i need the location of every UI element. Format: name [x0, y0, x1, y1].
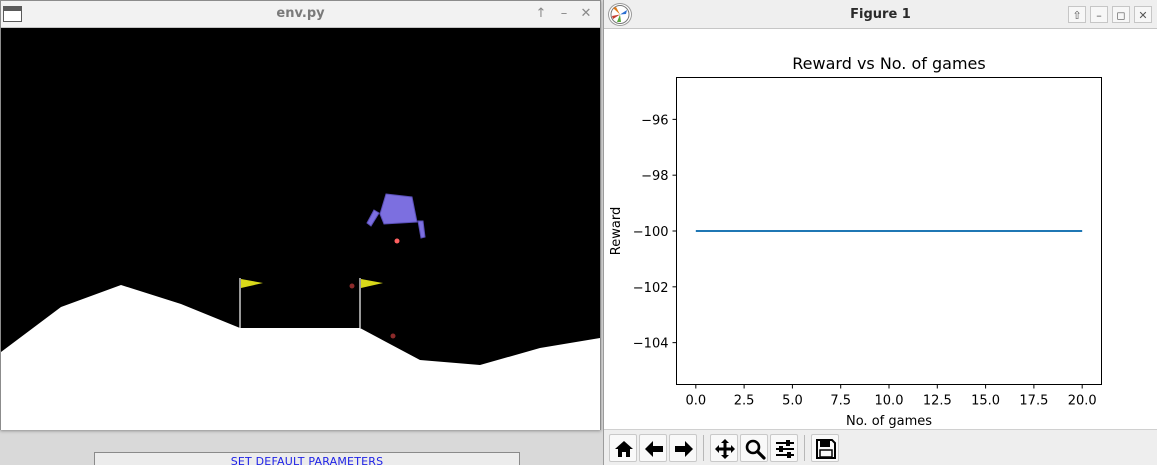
reward-chart: Reward vs No. of games No. of games Rewa… [609, 54, 1102, 429]
particle [349, 283, 355, 289]
y-axis-label: Reward [609, 207, 624, 255]
figure-maximize-button[interactable]: ◻ [1112, 6, 1130, 23]
x-tick-label: 7.5 [830, 394, 851, 409]
home-icon [615, 441, 633, 457]
forward-button[interactable] [669, 434, 697, 462]
toolbar-separator [703, 435, 704, 461]
x-tick-label: 10.0 [875, 394, 904, 409]
close-button[interactable]: ✕ [576, 4, 596, 24]
env-window: env.py ↑ – ✕ [0, 0, 601, 430]
matplotlib-toolbar [604, 429, 1157, 465]
desktop: SET DEFAULT PARAMETERS env.py ↑ – ✕ Figu… [0, 0, 1157, 465]
pan-button[interactable] [710, 434, 738, 462]
save-icon [816, 439, 836, 459]
figure-close-button[interactable]: ✕ [1134, 6, 1152, 23]
env-window-titlebar[interactable]: env.py ↑ – ✕ [1, 1, 600, 28]
pan-icon [715, 439, 735, 459]
y-tick-label: −100 [633, 225, 669, 240]
set-default-parameters-button[interactable]: SET DEFAULT PARAMETERS [94, 452, 520, 465]
figure-window-titlebar[interactable]: Figure 1 ⇧ – ◻ ✕ [604, 0, 1157, 29]
figure-raise-button[interactable]: ⇧ [1068, 6, 1086, 23]
x-tick-label: 12.5 [923, 394, 952, 409]
plot-canvas[interactable]: Reward vs No. of games No. of games Rewa… [604, 29, 1157, 429]
x-tick-label: 2.5 [734, 394, 755, 409]
engine-particle [394, 238, 400, 244]
zoom-icon [745, 439, 766, 460]
y-tick-label: −102 [633, 281, 669, 296]
configure-subplots-icon [776, 440, 794, 458]
x-tick-label: 15.0 [971, 394, 1000, 409]
zoom-button[interactable] [740, 434, 768, 462]
x-tick-label: 0.0 [685, 394, 706, 409]
x-axis-label: No. of games [846, 414, 932, 429]
y-tick-label: −96 [641, 113, 668, 128]
save-button[interactable] [811, 434, 839, 462]
y-ticks: −96 −98 −100 −102 −104 [633, 113, 677, 352]
figure-minimize-button[interactable]: – [1090, 6, 1108, 23]
toolbar-separator [804, 435, 805, 461]
env-window-title: env.py [276, 6, 325, 21]
chart-title: Reward vs No. of games [792, 54, 985, 73]
x-ticks: 0.0 2.5 5.0 7.5 10.0 12.5 15.0 17.5 20.0 [685, 384, 1097, 409]
x-tick-label: 20.0 [1068, 394, 1097, 409]
particle [390, 333, 396, 339]
raise-button[interactable]: ↑ [531, 4, 551, 24]
lunar-lander-canvas [1, 28, 600, 430]
lunar-lander-scene [1, 28, 600, 430]
y-tick-label: −104 [633, 337, 669, 352]
back-button[interactable] [639, 434, 667, 462]
x-tick-label: 5.0 [782, 394, 803, 409]
back-arrow-icon [645, 441, 663, 457]
forward-arrow-icon [675, 441, 693, 457]
home-button[interactable] [609, 434, 637, 462]
y-tick-label: −98 [641, 169, 668, 184]
figure-window: Figure 1 ⇧ – ◻ ✕ Reward vs No. of games … [603, 0, 1157, 465]
configure-subplots-button[interactable] [770, 434, 798, 462]
minimize-button[interactable]: – [554, 4, 574, 24]
x-tick-label: 17.5 [1019, 394, 1048, 409]
